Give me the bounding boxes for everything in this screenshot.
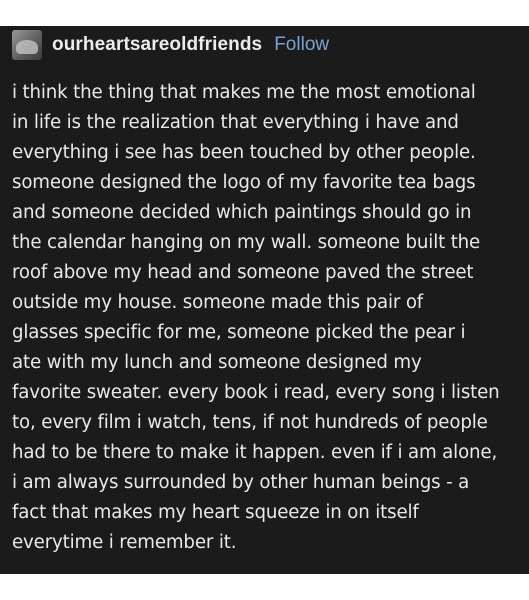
username-link[interactable]: ourheartsareoldfriends [52, 34, 262, 56]
avatar[interactable] [12, 30, 42, 60]
post-header: ourheartsareoldfriends Follow [12, 29, 329, 61]
post-line: glasses specific for me, someone picked … [12, 322, 466, 343]
post-line: to, every film i watch, tens, if not hun… [12, 412, 488, 433]
post-line: someone designed the logo of my favorite… [12, 172, 476, 193]
post-line: fact that makes my heart squeeze in on i… [12, 502, 419, 523]
post-line: in life is the realization that everythi… [12, 112, 459, 133]
post-card: ourheartsareoldfriends Follow i think th… [0, 26, 529, 574]
post-line: had to be there to make it happen. even … [12, 442, 498, 463]
post-line: and someone decided which paintings shou… [12, 202, 472, 223]
post-line: ate with my lunch and someone designed m… [12, 352, 422, 373]
post-line: the calendar hanging on my wall. someone… [12, 232, 481, 253]
post-body: i think the thing that makes me the most… [12, 78, 527, 558]
post-line: everytime i remember it. [12, 532, 237, 553]
post-line: everything i see has been touched by oth… [12, 142, 476, 163]
post-line: outside my house. someone made this pair… [12, 292, 424, 313]
post-line: favorite sweater. every book i read, eve… [12, 382, 500, 403]
post-line: i am always surrounded by other human be… [12, 472, 470, 493]
post-line: i think the thing that makes me the most… [12, 82, 476, 103]
post-line: roof above my head and someone paved the… [12, 262, 474, 283]
follow-button[interactable]: Follow [274, 34, 329, 56]
